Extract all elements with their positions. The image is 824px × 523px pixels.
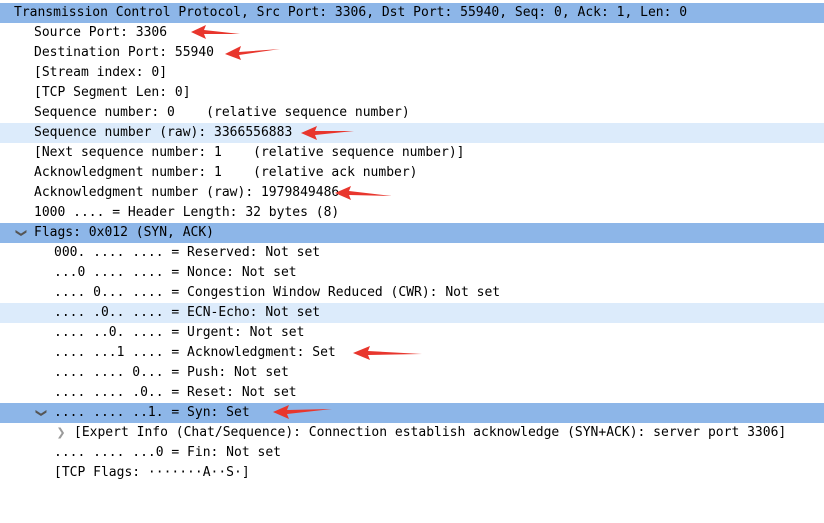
chevron-down-icon[interactable]: ❯ [31, 406, 51, 420]
tree-row-next-sequence-number[interactable]: [Next sequence number: 1 (relative seque… [0, 143, 824, 163]
tcp-header-label: Transmission Control Protocol, Src Port:… [14, 5, 688, 20]
tree-row-source-port[interactable]: Source Port: 3306 [0, 23, 824, 43]
packet-details-tree: Transmission Control Protocol, Src Port:… [0, 3, 824, 483]
flag-acknowledgment-label: .... ...1 .... = Acknowledgment: Set [54, 345, 336, 360]
tree-row-flag-fin[interactable]: .... .... ...0 = Fin: Not set [0, 443, 824, 463]
ack-number-label: Acknowledgment number: 1 (relative ack n… [34, 165, 418, 180]
flag-syn-label: .... .... ..1. = Syn: Set [54, 405, 250, 420]
tree-row-flag-syn[interactable]: ❯ .... .... ..1. = Syn: Set [0, 403, 824, 423]
tree-row-destination-port[interactable]: Destination Port: 55940 [0, 43, 824, 63]
tree-row-flag-urgent[interactable]: .... ..0. .... = Urgent: Not set [0, 323, 824, 343]
tree-row-flag-ecn-echo[interactable]: .... .0.. .... = ECN-Echo: Not set [0, 303, 824, 323]
sequence-number-raw-label: Sequence number (raw): 3366556883 [34, 125, 293, 140]
tree-row-ack-number-raw[interactable]: Acknowledgment number (raw): 1979849486 [0, 183, 824, 203]
tree-row-sequence-number[interactable]: Sequence number: 0 (relative sequence nu… [0, 103, 824, 123]
tree-row-flag-acknowledgment[interactable]: .... ...1 .... = Acknowledgment: Set [0, 343, 824, 363]
tree-row-flag-reserved[interactable]: 000. .... .... = Reserved: Not set [0, 243, 824, 263]
sequence-number-label: Sequence number: 0 (relative sequence nu… [34, 105, 410, 120]
header-length-label: 1000 .... = Header Length: 32 bytes (8) [34, 205, 340, 220]
flag-urgent-label: .... ..0. .... = Urgent: Not set [54, 325, 305, 340]
flag-nonce-label: ...0 .... .... = Nonce: Not set [54, 265, 297, 280]
chevron-down-icon[interactable]: ❯ [11, 226, 31, 240]
destination-port-label: Destination Port: 55940 [34, 45, 215, 60]
flags-label: Flags: 0x012 (SYN, ACK) [34, 225, 215, 240]
tree-row-flag-reset[interactable]: .... .... .0.. = Reset: Not set [0, 383, 824, 403]
chevron-right-icon[interactable]: ❯ [54, 423, 68, 443]
tree-row-sequence-number-raw[interactable]: Sequence number (raw): 3366556883 [0, 123, 824, 143]
tcp-flags-label: [TCP Flags: ·······A··S·] [54, 465, 250, 480]
tree-row-ack-number[interactable]: Acknowledgment number: 1 (relative ack n… [0, 163, 824, 183]
flag-push-label: .... .... 0... = Push: Not set [54, 365, 289, 380]
segment-len-label: [TCP Segment Len: 0] [34, 85, 191, 100]
tree-row-flag-cwr[interactable]: .... 0... .... = Congestion Window Reduc… [0, 283, 824, 303]
tree-row-flag-push[interactable]: .... .... 0... = Push: Not set [0, 363, 824, 383]
tree-row-segment-len[interactable]: [TCP Segment Len: 0] [0, 83, 824, 103]
stream-index-label: [Stream index: 0] [34, 65, 168, 80]
flag-fin-label: .... .... ...0 = Fin: Not set [54, 445, 281, 460]
tree-row-expert-info[interactable]: ❯ [Expert Info (Chat/Sequence): Connecti… [0, 423, 824, 443]
flag-reserved-label: 000. .... .... = Reserved: Not set [54, 245, 321, 260]
tree-row-flag-nonce[interactable]: ...0 .... .... = Nonce: Not set [0, 263, 824, 283]
source-port-label: Source Port: 3306 [34, 25, 168, 40]
tree-row-tcp-flags[interactable]: [TCP Flags: ·······A··S·] [0, 463, 824, 483]
ack-number-raw-label: Acknowledgment number (raw): 1979849486 [34, 185, 340, 200]
tree-row-stream-index[interactable]: [Stream index: 0] [0, 63, 824, 83]
tree-row-flags[interactable]: ❯ Flags: 0x012 (SYN, ACK) [0, 223, 824, 243]
tree-row-tcp-header[interactable]: Transmission Control Protocol, Src Port:… [0, 3, 824, 23]
next-sequence-number-label: [Next sequence number: 1 (relative seque… [34, 145, 465, 160]
tree-row-header-length[interactable]: 1000 .... = Header Length: 32 bytes (8) [0, 203, 824, 223]
flag-ecn-echo-label: .... .0.. .... = ECN-Echo: Not set [54, 305, 321, 320]
flag-reset-label: .... .... .0.. = Reset: Not set [54, 385, 297, 400]
expert-info-label: [Expert Info (Chat/Sequence): Connection… [74, 425, 787, 440]
flag-cwr-label: .... 0... .... = Congestion Window Reduc… [54, 285, 501, 300]
